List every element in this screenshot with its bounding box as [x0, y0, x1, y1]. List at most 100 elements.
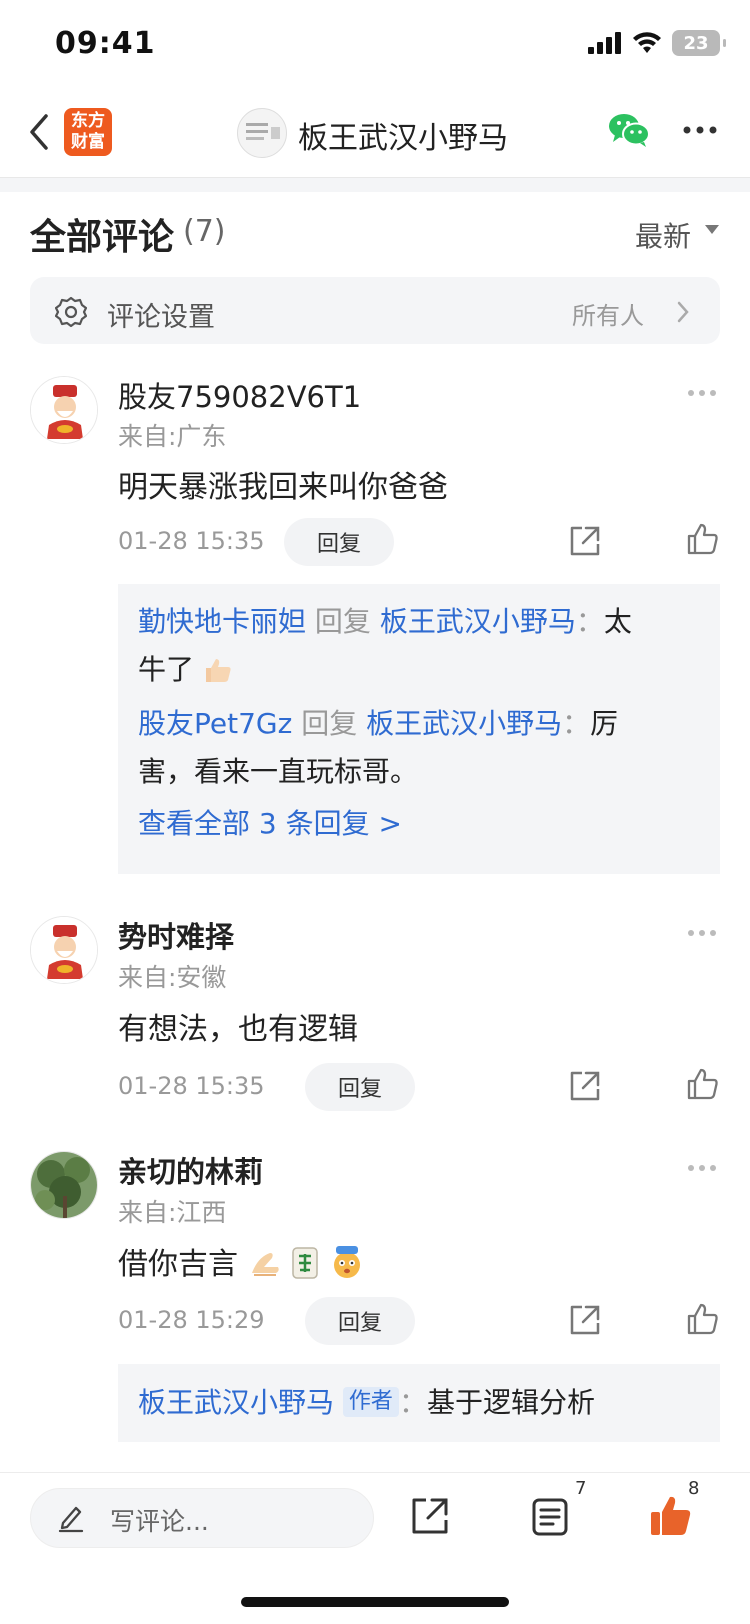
mahjong-fa-tile-icon [292, 1247, 318, 1279]
comment-location: 来自:安徽 [118, 963, 227, 992]
logo-text-line1: 东方 [71, 111, 105, 131]
share-button[interactable] [568, 1303, 602, 1341]
like-count-badge: 8 [688, 1478, 700, 1499]
home-indicator [241, 1597, 509, 1607]
write-comment-placeholder[interactable]: 写评论... [110, 1502, 209, 1538]
more-dots-icon [683, 126, 717, 134]
caishen-avatar-image [31, 917, 97, 983]
author-avatar-image [246, 123, 280, 140]
status-time: 09:41 [55, 26, 156, 61]
author-reply-item[interactable]: 板王武汉小野马 作者 ：基于逻辑分析 [138, 1379, 698, 1427]
reply-text-continued: 害，看来一直玩标哥。 [138, 755, 419, 788]
comment-username[interactable]: 股友759082V6T1 [118, 374, 361, 416]
thumbs-up-icon [687, 523, 718, 555]
reply-username[interactable]: 勤快地卡丽妲 [138, 605, 306, 638]
thumbs-up-filled-icon [651, 1496, 691, 1535]
thumbs-up-emoji-icon [205, 659, 231, 682]
comment-time: 01-28 15:35 [118, 1072, 265, 1100]
comment-count: (7) [183, 214, 226, 249]
avatar[interactable] [30, 376, 98, 444]
thumbs-up-icon [687, 1068, 718, 1100]
bottom-like-button[interactable] [648, 1494, 692, 1542]
wechat-icon [609, 114, 650, 147]
signal-icon [588, 32, 621, 54]
avatar[interactable] [30, 916, 98, 984]
comment-more-button[interactable] [688, 390, 716, 396]
comment-time: 01-28 15:35 [118, 527, 265, 555]
reply-text: 太 [603, 605, 632, 638]
reply-item-continued: 害，看来一直玩标哥。 [138, 748, 698, 796]
page-title[interactable]: 板王武汉小野马 [298, 113, 508, 157]
back-button[interactable] [22, 110, 62, 154]
like-button[interactable] [686, 1067, 720, 1105]
wifi-icon [633, 32, 661, 53]
status-icons: 23 [588, 30, 726, 56]
comment-settings-value: 所有人 [572, 302, 644, 330]
logo-text-line2: 财富 [71, 132, 105, 152]
reply-text: 基于逻辑分析 [426, 1386, 595, 1419]
like-button[interactable] [686, 1302, 720, 1340]
comment-text: 借你吉言 [118, 1247, 238, 1282]
app-logo[interactable]: 东方 财富 [64, 108, 112, 156]
comment-username[interactable]: 势时难择 [118, 914, 234, 956]
reply-item[interactable]: 勤快地卡丽妲 回复 板王武汉小野马：太 [138, 598, 698, 646]
replies-panel: 勤快地卡丽妲 回复 板王武汉小野马：太 牛了 股友Pet7Gz 回复 板王武汉小… [118, 584, 720, 874]
caishen-avatar-image [31, 377, 97, 443]
share-button[interactable] [568, 1069, 602, 1107]
chevron-left-icon [30, 114, 48, 150]
reply-button[interactable]: 回复 [305, 1297, 415, 1345]
comment-text: 明天暴涨我回来叫你爸爸 [118, 470, 448, 505]
reply-text-continued: 牛了 [138, 653, 195, 686]
tree-avatar-image [31, 1152, 97, 1218]
caret-down-icon[interactable] [705, 225, 719, 234]
comment-count-badge: 7 [575, 1478, 587, 1499]
share-icon [570, 526, 600, 556]
pencil-icon [57, 1503, 85, 1537]
bottom-comments-button[interactable] [531, 1497, 569, 1541]
more-menu-button[interactable] [683, 120, 717, 139]
reply-target[interactable]: 板王武汉小野马 [366, 707, 562, 740]
divider [0, 178, 750, 192]
section-title: 全部评论 [30, 217, 175, 258]
reply-button[interactable]: 回复 [284, 518, 394, 566]
comment-text: 有想法，也有逻辑 [118, 1012, 358, 1047]
thumbs-up-icon [687, 1303, 718, 1335]
bottom-share-button[interactable] [410, 1496, 450, 1540]
sort-dropdown[interactable]: 最新 [635, 215, 691, 255]
replies-panel: 板王武汉小野马 作者 ：基于逻辑分析 [118, 1364, 720, 1442]
comment-location: 来自:广东 [118, 422, 227, 451]
avatar[interactable] [30, 1151, 98, 1219]
author-badge: 作者 [342, 1387, 399, 1417]
author-avatar[interactable] [237, 108, 287, 158]
share-button[interactable] [568, 524, 602, 562]
reply-separator: ： [575, 605, 604, 638]
comment-location: 来自:江西 [118, 1198, 227, 1227]
comment-text-row: 借你吉言 [118, 1239, 365, 1283]
share-icon [412, 1498, 448, 1534]
like-button[interactable] [686, 522, 720, 560]
reply-separator: ： [562, 707, 591, 740]
comment-more-button[interactable] [688, 1165, 716, 1171]
reply-username[interactable]: 股友Pet7Gz [138, 707, 292, 740]
reply-item-continued: 牛了 [138, 646, 698, 694]
666-emoji-icon [333, 1246, 360, 1278]
reply-verb: 回复 [314, 605, 371, 638]
comment-list-icon [532, 1498, 568, 1536]
reply-item[interactable]: 股友Pet7Gz 回复 板王武汉小野马：厉 [138, 700, 698, 748]
comment-more-button[interactable] [688, 930, 716, 936]
gear-icon [54, 296, 88, 332]
pray-emoji-icon [251, 1253, 279, 1276]
reply-username[interactable]: 板王武汉小野马 [138, 1386, 334, 1419]
reply-button[interactable]: 回复 [305, 1063, 415, 1111]
wechat-share-button[interactable] [608, 112, 650, 152]
comment-time: 01-28 15:29 [118, 1306, 265, 1334]
reply-target[interactable]: 板王武汉小野马 [380, 605, 576, 638]
share-icon [570, 1305, 600, 1335]
reply-text: 厉 [590, 707, 619, 740]
reply-verb: 回复 [301, 707, 358, 740]
comment-username[interactable]: 亲切的林莉 [118, 1149, 263, 1191]
battery-level: 23 [683, 32, 709, 54]
share-icon [570, 1071, 600, 1101]
reply-separator: ： [398, 1386, 427, 1419]
view-all-replies-link[interactable]: 查看全部 3 条回复 > [138, 800, 698, 848]
